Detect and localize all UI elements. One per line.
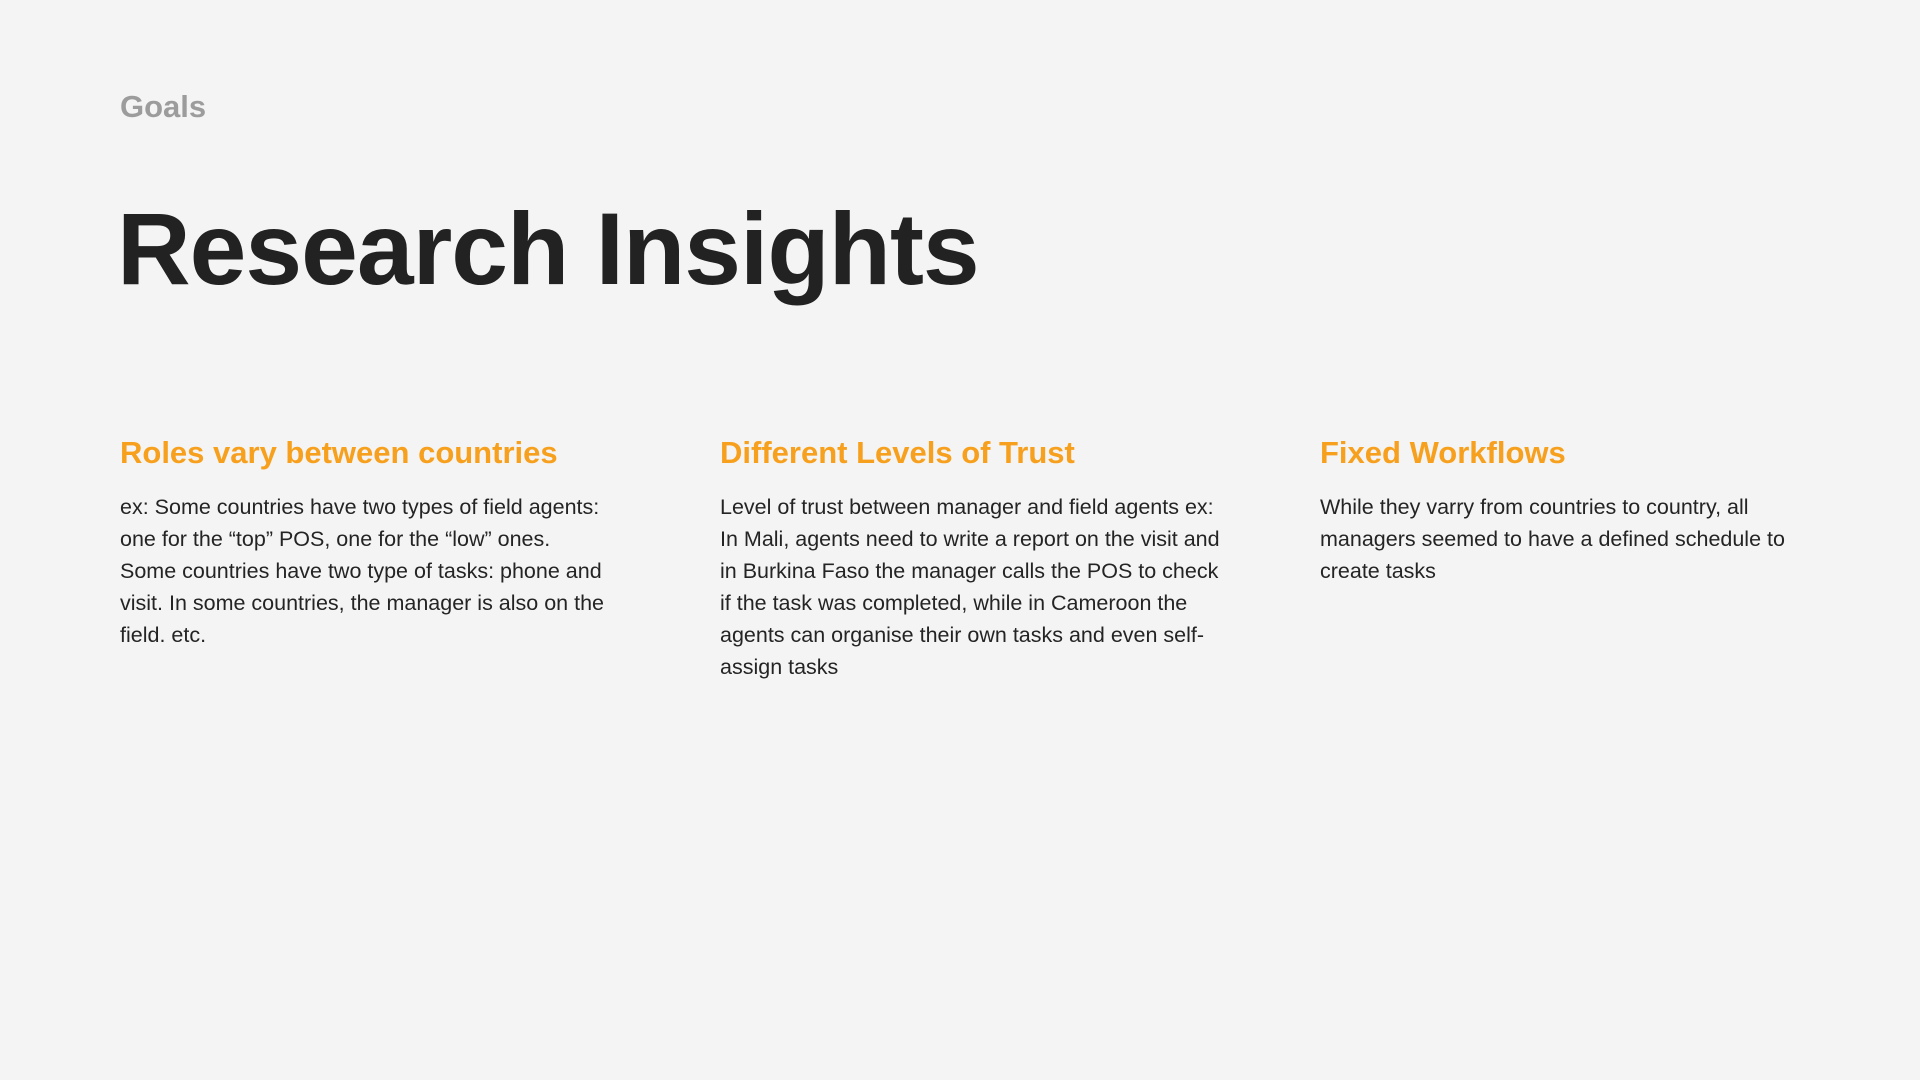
insight-body: Level of trust between manager and field… bbox=[720, 495, 1220, 679]
page-title: Research Insights bbox=[117, 192, 980, 306]
insight-roles: Roles vary between countries ex: Some co… bbox=[120, 428, 610, 651]
insight-body: While they varry from countries to count… bbox=[1320, 495, 1785, 583]
insight-heading: Roles vary between countries bbox=[120, 435, 558, 470]
insight-trust: Different Levels of Trust Level of trust… bbox=[720, 428, 1230, 683]
insight-body: ex: Some countries have two types of fie… bbox=[120, 495, 604, 647]
section-eyebrow: Goals bbox=[120, 89, 207, 124]
insight-heading: Different Levels of Trust bbox=[720, 435, 1075, 470]
insight-heading: Fixed Workflows bbox=[1320, 435, 1566, 470]
insight-workflows: Fixed Workflows While they varry from co… bbox=[1320, 428, 1790, 587]
